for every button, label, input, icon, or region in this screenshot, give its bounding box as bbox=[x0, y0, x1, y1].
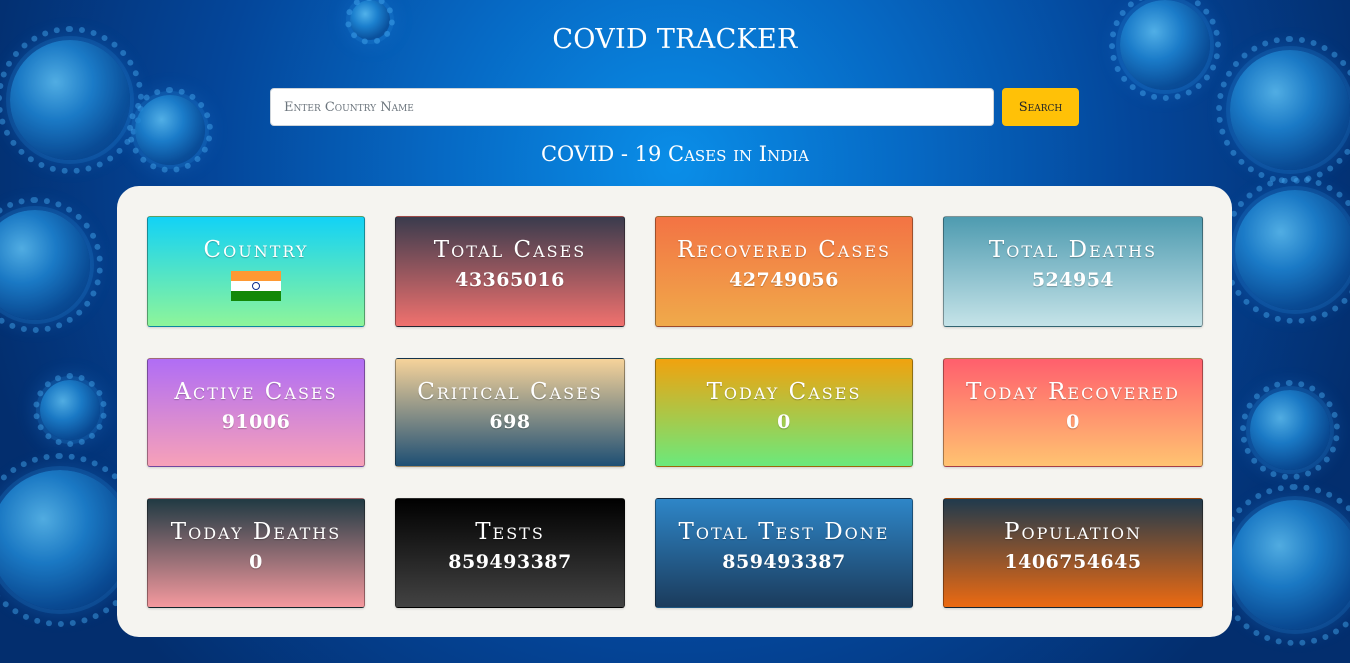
virus-image bbox=[1240, 380, 1340, 480]
card-value: 1406754645 bbox=[1004, 551, 1142, 573]
card-today-deaths: Today Deaths 0 bbox=[147, 498, 365, 608]
india-flag-icon bbox=[231, 271, 281, 301]
stats-panel: Country Total Cases 43365016 Recovered C… bbox=[117, 186, 1232, 637]
card-label: Critical Cases bbox=[417, 379, 603, 405]
card-critical-cases: Critical Cases 698 bbox=[395, 358, 625, 467]
card-today-cases: Today Cases 0 bbox=[655, 358, 913, 467]
virus-image bbox=[0, 196, 104, 334]
virus-image bbox=[0, 453, 147, 627]
card-value: 42749056 bbox=[729, 269, 839, 291]
card-value: 91006 bbox=[221, 411, 291, 433]
card-total-deaths: Total Deaths 524954 bbox=[943, 216, 1203, 327]
card-label: Total Test Done bbox=[678, 519, 890, 545]
card-total-cases: Total Cases 43365016 bbox=[395, 216, 625, 327]
card-tests: Tests 859493387 bbox=[395, 498, 625, 608]
card-population: Population 1406754645 bbox=[943, 498, 1203, 608]
card-value: 0 bbox=[249, 551, 263, 573]
card-label: Today Recovered bbox=[966, 379, 1180, 405]
card-value: 524954 bbox=[1031, 269, 1115, 291]
card-value: 698 bbox=[489, 411, 531, 433]
search-bar: Search bbox=[270, 88, 1080, 126]
card-label: Country bbox=[203, 237, 309, 263]
card-total-test-done: Total Test Done 859493387 bbox=[655, 498, 913, 608]
search-button[interactable]: Search bbox=[1002, 88, 1079, 126]
card-value: 0 bbox=[1066, 411, 1080, 433]
card-country: Country bbox=[147, 216, 365, 327]
page-title: COVID TRACKER bbox=[552, 24, 798, 55]
cases-subtitle: COVID - 19 Cases in India bbox=[540, 142, 810, 166]
card-value: 0 bbox=[777, 411, 791, 433]
card-recovered-cases: Recovered Cases 42749056 bbox=[655, 216, 913, 327]
virus-image bbox=[32, 372, 108, 448]
card-label: Total Cases bbox=[433, 237, 587, 263]
card-value: 859493387 bbox=[722, 551, 846, 573]
virus-image bbox=[1220, 175, 1350, 325]
card-value: 43365016 bbox=[455, 269, 565, 291]
virus-image bbox=[1214, 484, 1350, 646]
card-value: 859493387 bbox=[448, 551, 572, 573]
country-search-input[interactable] bbox=[270, 88, 994, 126]
card-active-cases: Active Cases 91006 bbox=[147, 358, 365, 467]
card-label: Tests bbox=[475, 519, 545, 545]
card-label: Active Cases bbox=[174, 379, 338, 405]
card-label: Today Cases bbox=[706, 379, 862, 405]
card-label: Today Deaths bbox=[170, 519, 342, 545]
card-label: Population bbox=[1004, 519, 1142, 545]
card-label: Recovered Cases bbox=[677, 237, 891, 263]
card-today-recovered: Today Recovered 0 bbox=[943, 358, 1203, 467]
card-label: Total Deaths bbox=[988, 237, 1158, 263]
